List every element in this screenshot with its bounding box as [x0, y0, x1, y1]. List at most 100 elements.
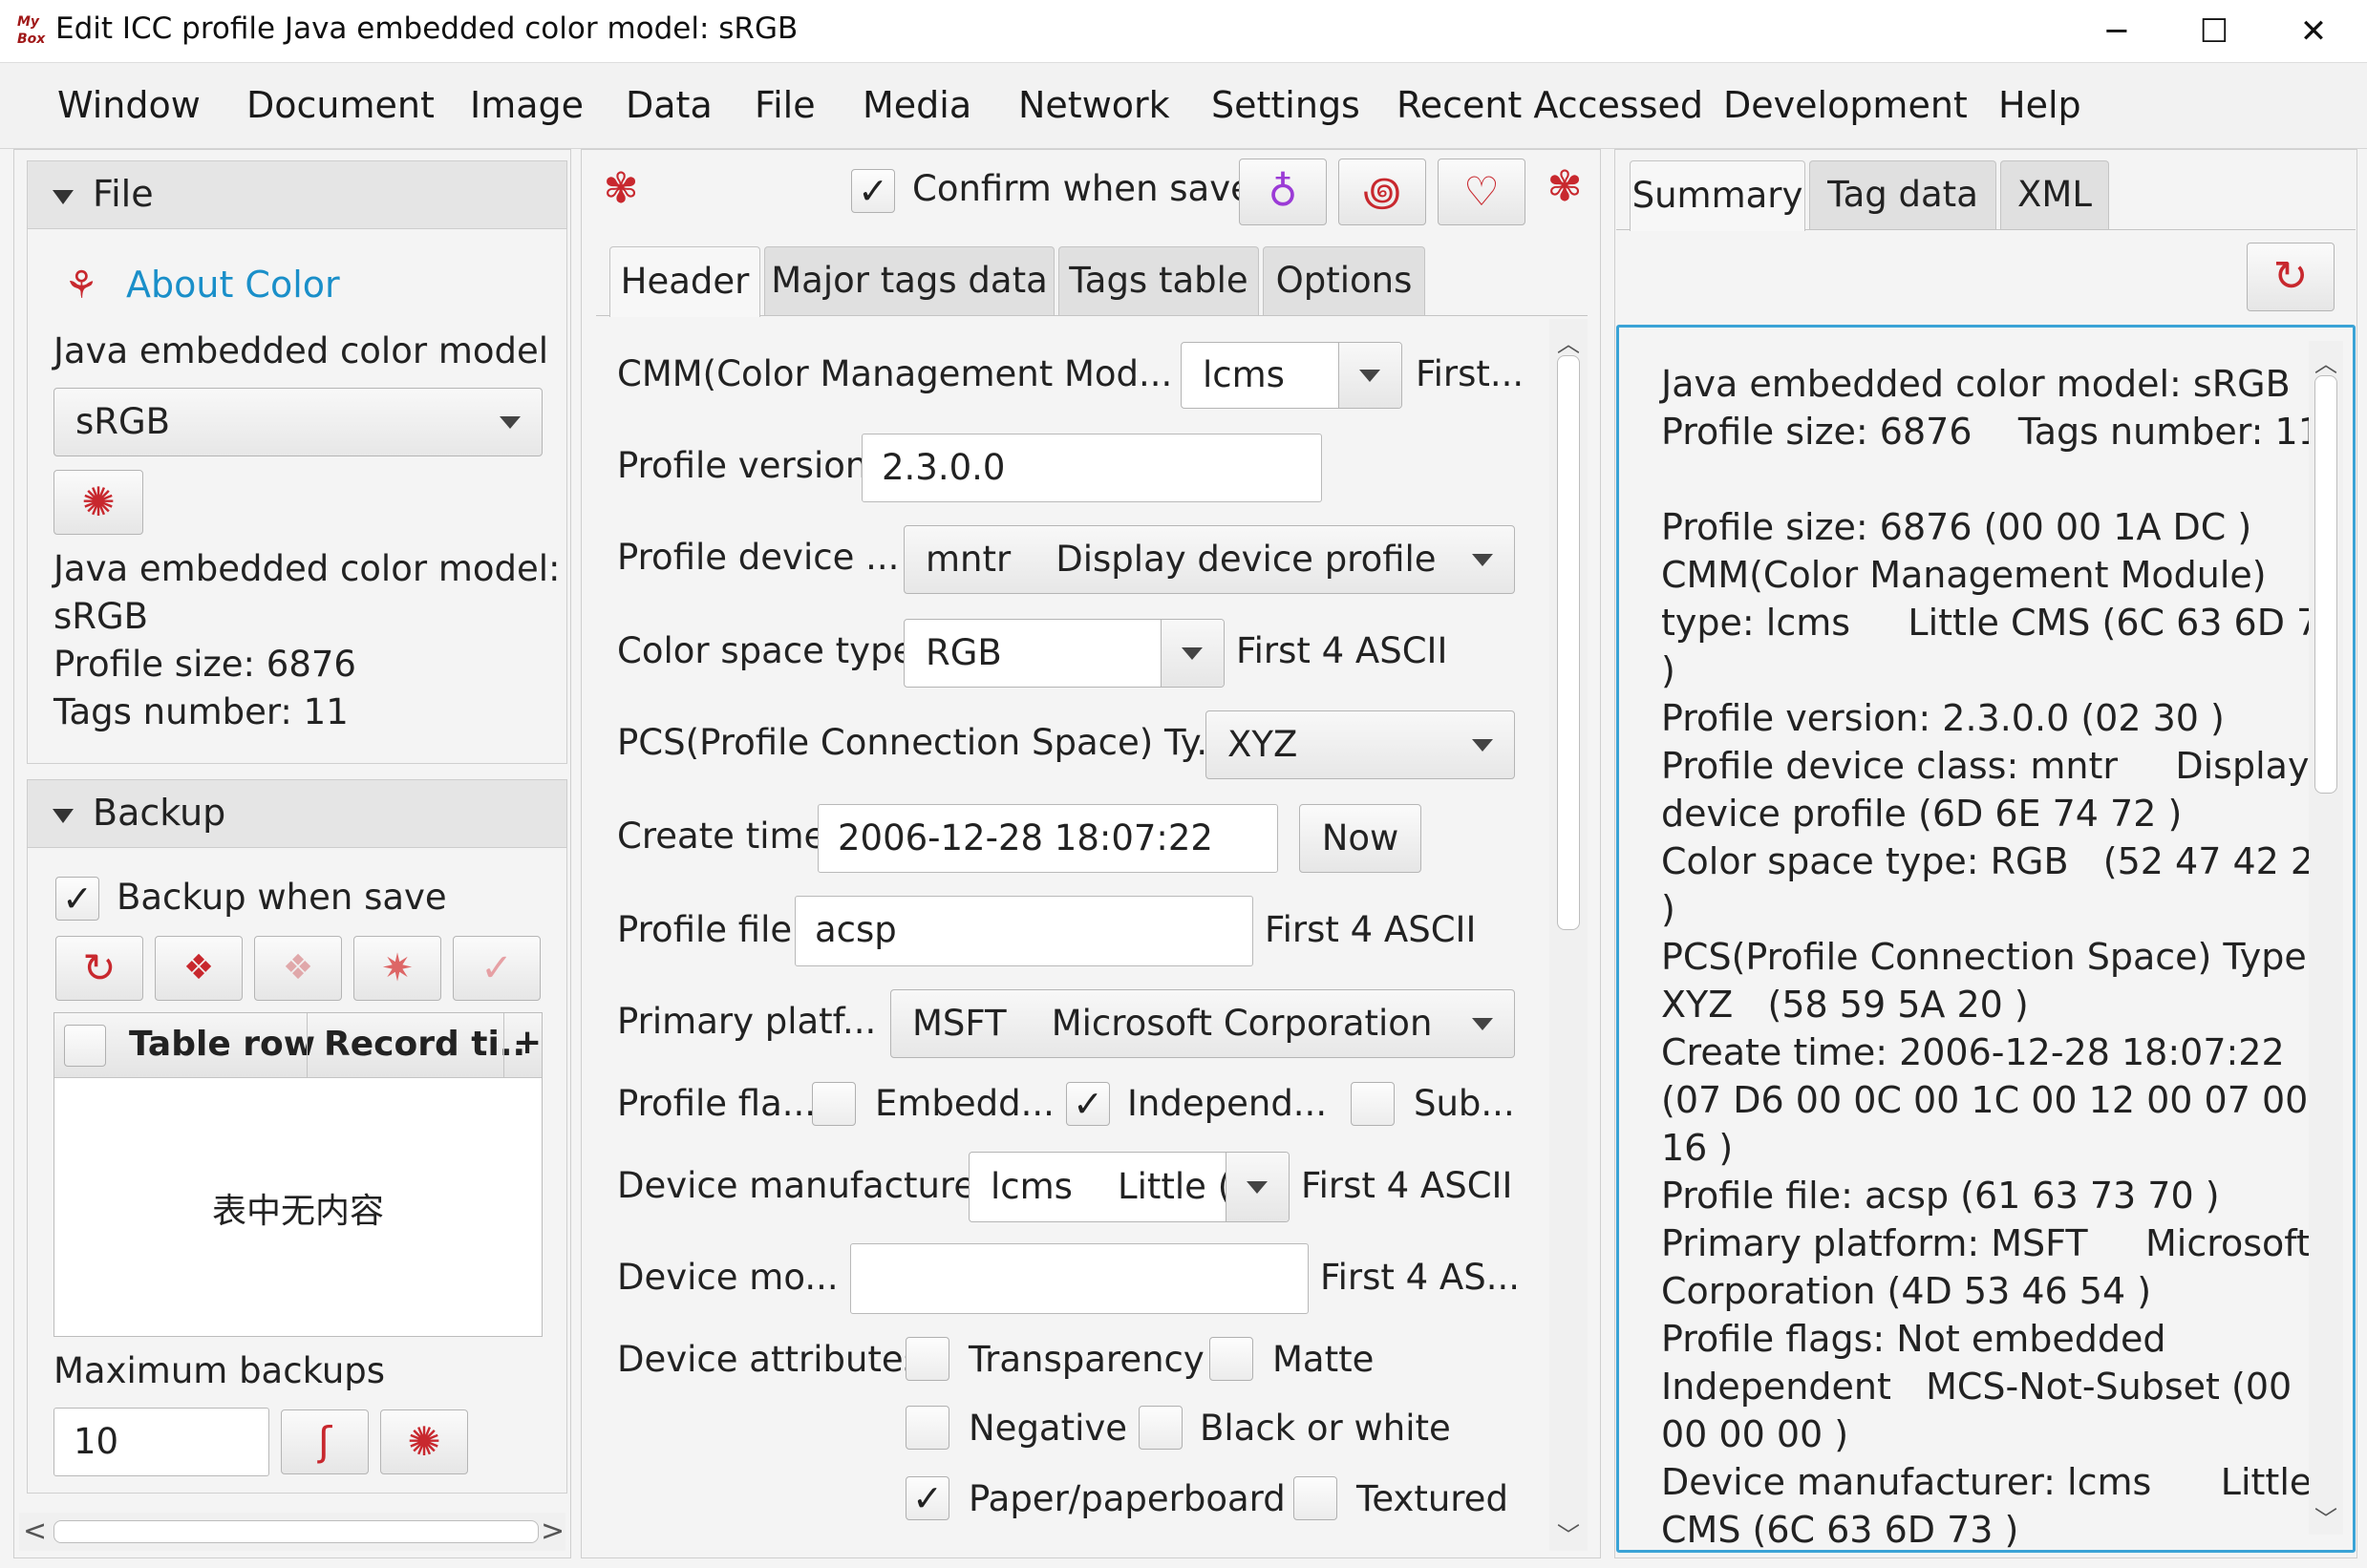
device-class-select[interactable]: mntr Display device profile — [904, 525, 1515, 594]
summary-line: Independent MCS-Not-Subset (00 — [1661, 1366, 2292, 1408]
textured-checkbox[interactable] — [1293, 1476, 1337, 1520]
backup-when-save-checkbox[interactable]: ✓ — [55, 877, 99, 921]
color-space-dropdown-button[interactable] — [1161, 620, 1224, 687]
menu-development[interactable]: Development — [1723, 84, 1968, 126]
file-section-header[interactable]: File — [27, 160, 567, 229]
summary-line: Device manufacturer: lcms Little — [1661, 1461, 2313, 1503]
manufacturer-label: Device manufacturer — [617, 1165, 991, 1206]
backup-section-header[interactable]: Backup — [27, 779, 567, 848]
select-all-checkbox[interactable] — [64, 1025, 106, 1067]
attributes-label: Device attributes — [617, 1339, 922, 1380]
center-vertical-scrollbar[interactable]: ︿ ﹀ — [1549, 319, 1588, 1551]
flag-independent-checkbox[interactable]: ✓ — [1066, 1082, 1110, 1126]
flag-embedded-label: Embedd... — [875, 1083, 1055, 1124]
flag-subset-checkbox[interactable] — [1351, 1082, 1395, 1126]
table-header: Table row Record ti.. + — [54, 1013, 542, 1078]
apply-model-button[interactable]: ✺ — [53, 470, 143, 535]
column-table-row[interactable]: Table row — [129, 1025, 315, 1064]
negative-checkbox[interactable] — [906, 1406, 949, 1450]
about-color-link[interactable]: About Color — [126, 264, 340, 306]
rooster-logo-icon[interactable]: ✾ — [594, 164, 648, 213]
menu-document[interactable]: Document — [246, 84, 435, 126]
scroll-down-icon[interactable]: ﹀ — [2314, 1500, 2337, 1534]
platform-select[interactable]: MSFT Microsoft Corporation — [890, 989, 1515, 1058]
cmm-combo[interactable]: lcms — [1181, 342, 1402, 409]
flag-subset-label: Sub... — [1414, 1083, 1515, 1124]
black-or-white-checkbox[interactable] — [1139, 1406, 1183, 1450]
now-button[interactable]: Now — [1299, 804, 1421, 873]
color-space-value: RGB — [926, 632, 1002, 673]
summary-line: ) — [1661, 649, 1675, 691]
tab-tag-data[interactable]: Tag data — [1809, 160, 1996, 229]
scroll-down-icon[interactable]: ﹀ — [1557, 1516, 1580, 1550]
version-input[interactable]: 2.3.0.0 — [862, 434, 1322, 502]
manufacturer-combo[interactable]: lcms Little ( — [969, 1152, 1290, 1222]
refresh-icon[interactable]: ↻ — [55, 936, 143, 1001]
column-divider — [307, 1013, 308, 1078]
summary-line: ) — [1661, 888, 1675, 930]
device-model-input[interactable] — [850, 1243, 1309, 1314]
tab-major-tags-data[interactable]: Major tags data — [764, 246, 1055, 315]
apply-max-icon[interactable]: ʃ — [281, 1409, 369, 1474]
scroll-left-icon[interactable]: < — [23, 1515, 47, 1548]
transparency-checkbox[interactable] — [906, 1337, 949, 1381]
color-space-combo[interactable]: RGB — [904, 619, 1225, 688]
scroll-thumb[interactable] — [53, 1520, 539, 1543]
clear-backups-icon[interactable]: ✺ — [380, 1409, 468, 1474]
female-symbol-icon[interactable]: ♁ — [1239, 159, 1327, 225]
swirl-icon[interactable]: ꩜ — [1338, 159, 1426, 225]
summary-line: XYZ (58 59 5A 20 ) — [1661, 984, 2029, 1026]
tab-header[interactable]: Header — [609, 246, 760, 317]
left-horizontal-scrollbar[interactable]: < > — [19, 1513, 565, 1551]
summary-line: device profile (6D 6E 74 72 ) — [1661, 793, 2183, 835]
tab-summary[interactable]: Summary — [1630, 160, 1805, 231]
scroll-up-icon[interactable]: ︿ — [1557, 325, 1580, 358]
menu-recent-accessed[interactable]: Recent Accessed — [1397, 84, 1703, 126]
delete-icon[interactable]: ✷ — [353, 936, 441, 1001]
chevron-down-icon — [1359, 370, 1380, 382]
confirm-check-icon[interactable]: ✓ — [453, 936, 541, 1001]
menu-file[interactable]: File — [755, 84, 816, 126]
column-menu-button[interactable]: + — [513, 1023, 542, 1062]
menu-data[interactable]: Data — [626, 84, 713, 126]
profile-file-input[interactable]: acsp — [795, 896, 1253, 966]
close-button[interactable]: ✕ — [2266, 0, 2361, 63]
tab-xml[interactable]: XML — [2000, 160, 2109, 229]
create-time-input[interactable]: 2006-12-28 18:07:22 — [818, 804, 1278, 873]
color-space-hint: First 4 ASCII — [1236, 630, 1448, 671]
minimize-button[interactable]: ─ — [2069, 0, 2164, 63]
tab-tags-table[interactable]: Tags table — [1058, 246, 1259, 315]
maximize-button[interactable]: ☐ — [2166, 0, 2262, 63]
menu-media[interactable]: Media — [863, 84, 971, 126]
confirm-when-save-checkbox[interactable]: ✓ — [851, 169, 895, 213]
cmm-dropdown-button[interactable] — [1338, 343, 1401, 408]
refresh-summary-icon[interactable]: ↻ — [2247, 243, 2335, 311]
summary-vertical-scrollbar[interactable]: ︿ ﹀ — [2309, 341, 2343, 1535]
paperboard-label: Paper/paperboard — [969, 1478, 1286, 1519]
tab-options[interactable]: Options — [1263, 246, 1425, 315]
scroll-right-icon[interactable]: > — [541, 1515, 565, 1548]
menu-image[interactable]: Image — [470, 84, 584, 126]
summary-text-area[interactable]: Java embedded color model: sRGB Profile … — [1616, 325, 2356, 1553]
pcs-select[interactable]: XYZ — [1205, 710, 1515, 779]
model-select[interactable]: sRGB — [53, 388, 543, 456]
rooster-menu-icon[interactable]: ✾ — [1538, 162, 1591, 211]
menu-network[interactable]: Network — [1018, 84, 1170, 126]
paperboard-checkbox[interactable]: ✓ — [906, 1476, 949, 1520]
scroll-thumb[interactable] — [2314, 375, 2337, 794]
version-label: Profile version — [617, 445, 868, 486]
pcs-value: XYZ — [1227, 724, 1298, 765]
scroll-thumb[interactable] — [1557, 355, 1580, 930]
column-record-time[interactable]: Record ti.. — [324, 1025, 525, 1064]
menu-settings[interactable]: Settings — [1211, 84, 1360, 126]
menu-help[interactable]: Help — [1998, 84, 2081, 126]
menu-window[interactable]: Window — [57, 84, 201, 126]
scroll-up-icon[interactable]: ︿ — [2314, 345, 2337, 378]
matte-checkbox[interactable] — [1209, 1337, 1253, 1381]
restore-icon[interactable]: ❖ — [254, 936, 342, 1001]
backup-mask-icon[interactable]: ❖ — [155, 936, 243, 1001]
manufacturer-dropdown-button[interactable] — [1226, 1153, 1289, 1221]
max-backups-input[interactable]: 10 — [53, 1408, 269, 1476]
save-icon[interactable]: ♡ — [1438, 159, 1525, 225]
flag-embedded-checkbox[interactable] — [812, 1082, 856, 1126]
